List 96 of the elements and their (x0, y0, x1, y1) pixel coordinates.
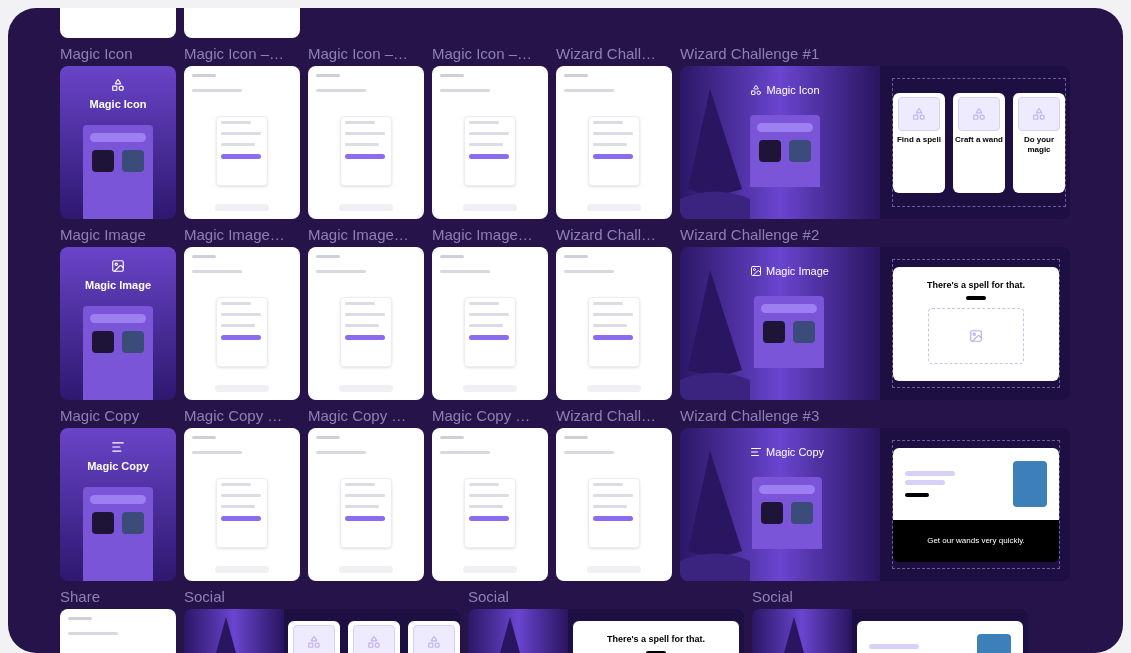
text-line (869, 644, 919, 649)
frame-label: Magic Image… (184, 226, 286, 244)
frame-label: Wizard Chall… (556, 407, 658, 425)
card-title: Do your magic (1022, 134, 1056, 155)
social-banner[interactable]: There's a spell for that. (468, 609, 744, 653)
frame-label: Magic Image… (308, 226, 410, 244)
frame-label: Wizard Challenge #2 (680, 226, 821, 244)
screen-thumbnail[interactable] (184, 428, 300, 581)
shapes-icon (1032, 106, 1046, 121)
text-line (905, 470, 955, 476)
screen-thumbnail[interactable] (60, 8, 176, 38)
cover-frame[interactable]: Magic Image (60, 247, 176, 400)
frame-label: Social (752, 588, 794, 606)
cta-button-drawing (646, 650, 666, 653)
frame-icon (750, 265, 762, 278)
cta-button-drawing (905, 492, 929, 497)
frame-icon (750, 446, 762, 459)
image-tile (122, 330, 144, 353)
cover-title: Magic Image (85, 278, 151, 293)
frame-label: Wizard Challenge #3 (680, 407, 821, 425)
image-tile (92, 149, 114, 172)
frame-label: Magic Copy … (432, 407, 532, 425)
frame-label: Wizard Chall… (556, 45, 658, 63)
frame-label: Share (60, 588, 102, 606)
cover-frame[interactable]: Magic Icon (60, 66, 176, 219)
frame-label: Wizard Chall… (556, 226, 658, 244)
shapes-icon (427, 635, 441, 649)
frame-icon (111, 440, 125, 454)
frame-label: Magic Image (60, 226, 147, 244)
screen-thumbnail[interactable] (556, 247, 672, 400)
frame-icon (111, 259, 125, 273)
search-pill (759, 484, 816, 494)
frame-label: Magic Image… (432, 226, 534, 244)
illustration-placeholder (1013, 460, 1047, 507)
cover-title: Magic Copy (87, 459, 149, 474)
landing-headline: There's a spell for that. (606, 633, 706, 646)
challenge-banner[interactable]: Magic Image There's a spell for that. (680, 247, 1070, 400)
landing-headline: There's a spell for that. (926, 278, 1026, 292)
screen-thumbnail[interactable] (432, 428, 548, 581)
frame-label: Magic Icon –… (308, 45, 410, 63)
image-tile (793, 320, 816, 343)
screen-thumbnail[interactable] (308, 428, 424, 581)
challenge-banner[interactable]: Magic Copy Get our wands very quickly. (680, 428, 1070, 581)
wizard-hat-drawing (216, 617, 236, 653)
screen-thumbnail[interactable] (308, 66, 424, 219)
frame-label: Wizard Challenge #1 (680, 45, 821, 63)
text-line (905, 479, 945, 485)
wizard-hat-drawing (784, 617, 804, 653)
image-tile (761, 501, 784, 524)
challenge-banner[interactable]: Magic Icon Find a spell Craft a wand Do your magic (680, 66, 1070, 219)
screen-thumbnail[interactable] (184, 66, 300, 219)
hero-headline: Get our wands very quickly. (927, 534, 1025, 547)
shapes-icon (307, 635, 321, 649)
image-icon (969, 329, 983, 343)
frame-label: Magic Copy … (308, 407, 408, 425)
search-pill (757, 122, 813, 132)
image-tile (789, 139, 811, 162)
search-pill (761, 303, 818, 313)
frame-label: Magic Icon –… (184, 45, 286, 63)
card-title: Craft a wand (955, 134, 1003, 145)
cover-title: Magic Icon (89, 97, 147, 112)
card-title: Find a spell (897, 134, 941, 145)
screen-thumbnail[interactable] (432, 247, 548, 400)
cover-frame[interactable]: Magic Copy (60, 428, 176, 581)
search-pill (90, 132, 146, 142)
wizard-hat-drawing (500, 617, 520, 653)
frame-label: Magic Copy (60, 407, 141, 425)
frame-label: Social (468, 588, 510, 606)
frame-label: Social (184, 588, 226, 606)
image-tile (763, 320, 786, 343)
frame-label: Magic Copy … (184, 407, 284, 425)
image-tile (122, 511, 144, 534)
cta-button-drawing (966, 296, 986, 300)
image-tile (759, 139, 781, 162)
shapes-icon (367, 635, 381, 649)
image-tile (92, 330, 114, 353)
shapes-icon (912, 106, 926, 121)
frame-label: Magic Icon (60, 45, 134, 63)
challenge-title: Magic Icon (766, 83, 820, 98)
search-pill (90, 313, 146, 323)
screen-thumbnail[interactable] (556, 428, 672, 581)
screen-thumbnail[interactable] (556, 66, 672, 219)
search-pill (90, 494, 146, 504)
screen-thumbnail[interactable] (184, 8, 300, 38)
screen-thumbnail[interactable] (308, 247, 424, 400)
screen-thumbnail[interactable] (184, 247, 300, 400)
image-tile (122, 149, 144, 172)
image-tile (791, 501, 814, 524)
shapes-icon (972, 106, 986, 121)
screen-thumbnail[interactable] (432, 66, 548, 219)
frame-icon (750, 84, 763, 97)
frame-label: Magic Icon –… (432, 45, 534, 63)
challenge-title: Magic Image (766, 264, 829, 279)
challenge-title: Magic Copy (766, 445, 825, 460)
frame-icon (111, 78, 125, 92)
image-tile (92, 511, 114, 534)
